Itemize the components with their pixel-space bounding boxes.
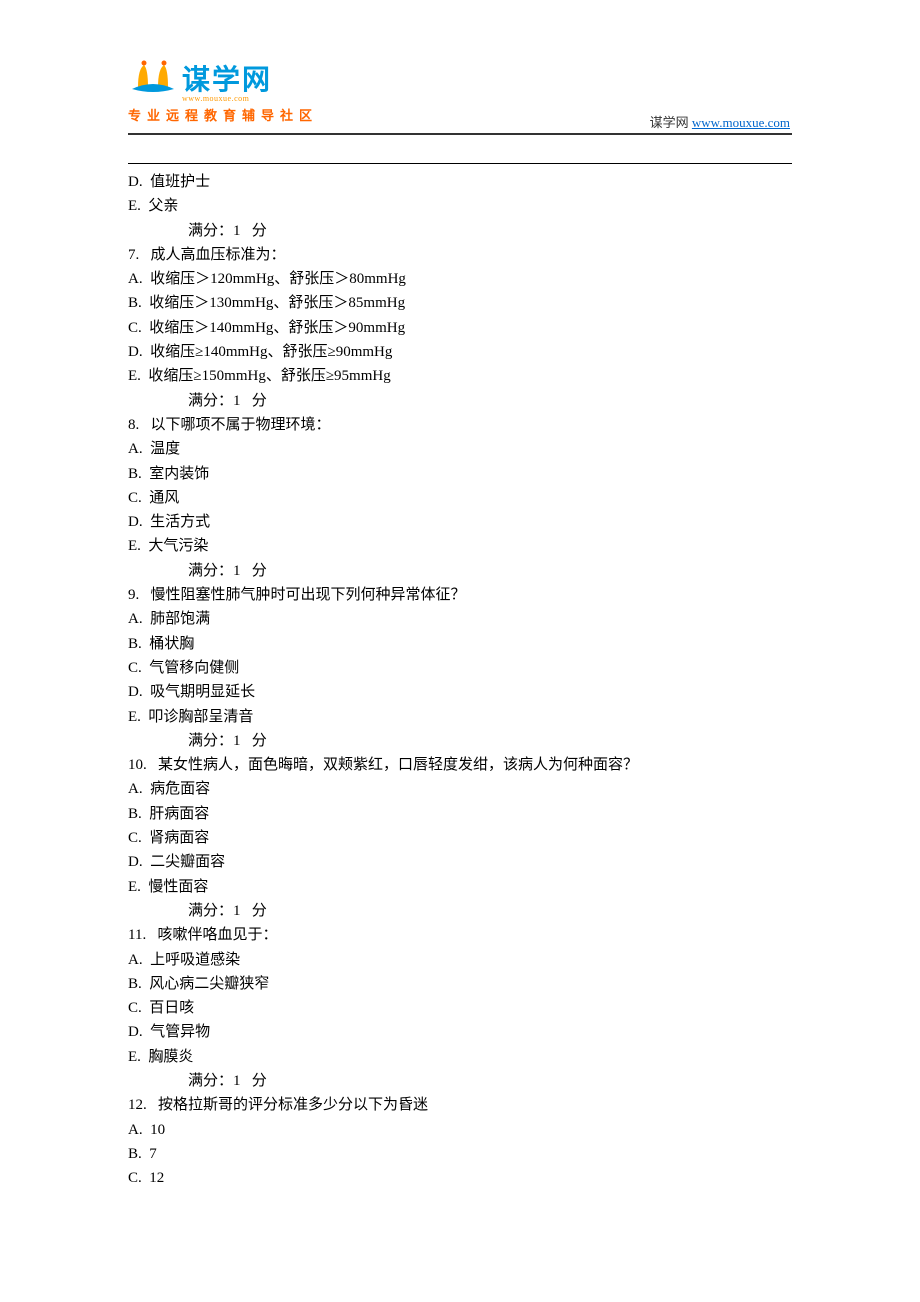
option-line: D. 二尖瓣面容 <box>128 850 792 874</box>
option-line: A. 肺部饱满 <box>128 607 792 631</box>
option-line: E. 父亲 <box>128 194 792 218</box>
option-line: C. 肾病面容 <box>128 826 792 850</box>
question-stem: 11. 咳嗽伴咯血见于： <box>128 923 792 947</box>
question-stem: 10. 某女性病人，面色晦暗，双颊紫红，口唇轻度发绀，该病人为何种面容？ <box>128 753 792 777</box>
option-line: E. 慢性面容 <box>128 875 792 899</box>
option-line: B. 收缩压＞130mmHg、舒张压＞85mmHg <box>128 291 792 315</box>
option-line: D. 生活方式 <box>128 510 792 534</box>
logo-text: 谋学网 <box>182 58 272 98</box>
option-line: A. 收缩压＞120mmHg、舒张压＞80mmHg <box>128 267 792 291</box>
score-line: 满分：1 分 <box>128 729 792 753</box>
option-line: A. 上呼吸道感染 <box>128 948 792 972</box>
option-line: C. 气管移向健侧 <box>128 656 792 680</box>
option-line: D. 收缩压≥140mmHg、舒张压≥90mmHg <box>128 340 792 364</box>
option-line: B. 7 <box>128 1142 792 1166</box>
option-line: E. 大气污染 <box>128 534 792 558</box>
header-divider <box>128 133 792 135</box>
site-label: 谋学网 <box>650 115 692 130</box>
score-line: 满分：1 分 <box>128 559 792 583</box>
option-line: B. 室内装饰 <box>128 462 792 486</box>
option-line: B. 肝病面容 <box>128 802 792 826</box>
option-line: E. 叩诊胸部呈清音 <box>128 705 792 729</box>
option-line: E. 胸膜炎 <box>128 1045 792 1069</box>
logo-subtitle: 专业远程教育辅导社区 <box>128 105 318 124</box>
option-line: C. 百日咳 <box>128 996 792 1020</box>
score-line: 满分：1 分 <box>128 1069 792 1093</box>
question-stem: 7. 成人高血压标准为： <box>128 243 792 267</box>
option-line: C. 通风 <box>128 486 792 510</box>
option-line: D. 值班护士 <box>128 170 792 194</box>
option-line: D. 吸气期明显延长 <box>128 680 792 704</box>
score-line: 满分：1 分 <box>128 389 792 413</box>
option-line: A. 10 <box>128 1118 792 1142</box>
logo-icon <box>128 59 178 97</box>
page-header: 谋学网 www.mouxue.com 专业远程教育辅导社区 谋学网 www.mo… <box>0 0 920 135</box>
header-site-link: 谋学网 www.mouxue.com <box>650 112 790 131</box>
question-stem: 9. 慢性阻塞性肺气肿时可出现下列何种异常体征？ <box>128 583 792 607</box>
option-line: C. 收缩压＞140mmHg、舒张压＞90mmHg <box>128 316 792 340</box>
question-stem: 12. 按格拉斯哥的评分标准多少分以下为昏迷 <box>128 1093 792 1117</box>
site-url-link[interactable]: www.mouxue.com <box>692 115 790 130</box>
option-line: A. 温度 <box>128 437 792 461</box>
option-line: D. 气管异物 <box>128 1020 792 1044</box>
score-line: 满分：1 分 <box>128 219 792 243</box>
option-line: B. 桶状胸 <box>128 632 792 656</box>
question-stem: 8. 以下哪项不属于物理环境： <box>128 413 792 437</box>
option-line: B. 风心病二尖瓣狭窄 <box>128 972 792 996</box>
option-line: A. 病危面容 <box>128 777 792 801</box>
option-line: E. 收缩压≥150mmHg、舒张压≥95mmHg <box>128 364 792 388</box>
document-body: D. 值班护士E. 父亲满分：1 分7. 成人高血压标准为：A. 收缩压＞120… <box>0 164 920 1190</box>
site-logo: 谋学网 www.mouxue.com 专业远程教育辅导社区 <box>128 58 318 124</box>
score-line: 满分：1 分 <box>128 899 792 923</box>
option-line: C. 12 <box>128 1166 792 1190</box>
